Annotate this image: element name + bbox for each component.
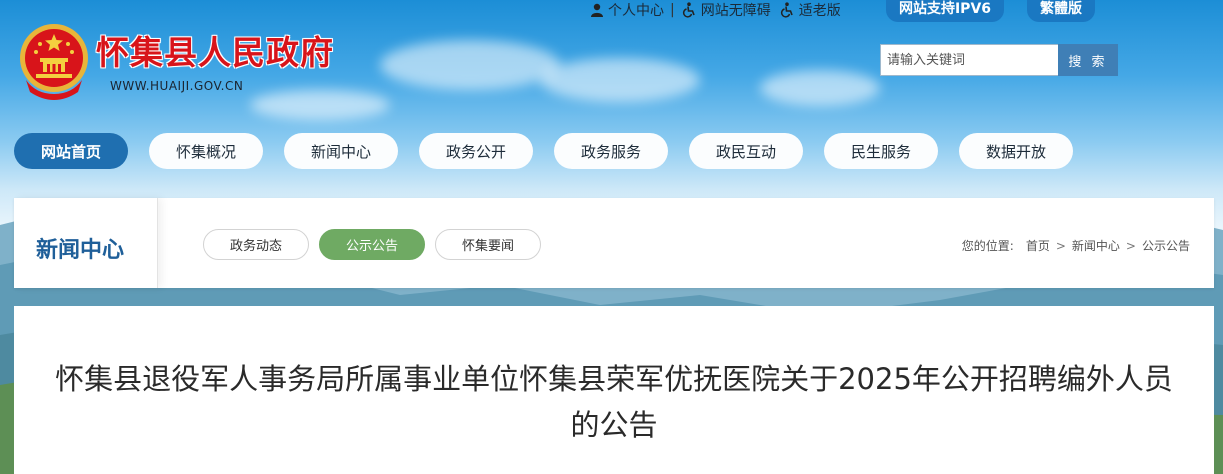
breadcrumb-announcements[interactable]: 公示公告 [1142, 237, 1190, 254]
nav-item-home[interactable]: 网站首页 [14, 133, 128, 169]
breadcrumb-prefix: 您的位置: [961, 239, 1014, 253]
site-url: WWW.HUAIJI.GOV.CN [110, 79, 244, 93]
personal-center-link[interactable]: 个人中心 [590, 0, 664, 20]
breadcrumb-news[interactable]: 新闻中心 [1072, 237, 1120, 254]
section-title-box: 新闻中心 [14, 198, 158, 288]
breadcrumb-home[interactable]: 首页 [1026, 237, 1050, 254]
section-header: 新闻中心 政务动态 公示公告 怀集要闻 您的位置: 首页 > 新闻中心 > 公示… [14, 198, 1214, 288]
nav-item-news[interactable]: 新闻中心 [284, 133, 398, 169]
elder-mode-label: 适老版 [798, 3, 841, 19]
article-title: 怀集县退役军人事务局所属事业单位怀集县荣军优抚医院关于2025年公开招聘编外人员… [55, 362, 1173, 442]
nav-item-livelihood[interactable]: 民生服务 [824, 133, 938, 169]
search-input[interactable] [880, 44, 1059, 76]
wheelchair-icon [682, 2, 695, 18]
breadcrumb: 您的位置: 首页 > 新闻中心 > 公示公告 [962, 237, 1190, 254]
nav-item-gov-affairs[interactable]: 政务公开 [419, 133, 533, 169]
divider: | [670, 2, 675, 18]
user-icon [591, 3, 603, 17]
main-nav: 网站首页 怀集概况 新闻中心 政务公开 政务服务 政民互动 民生服务 数据开放 [0, 133, 1223, 169]
search-button[interactable]: 搜 索 [1058, 44, 1118, 76]
utility-bar: 个人中心 | 网站无障碍 适老版 [590, 0, 841, 20]
accessibility-label: 网站无障碍 [700, 3, 771, 19]
elder-mode-link[interactable]: 适老版 [779, 0, 841, 20]
ipv6-button[interactable]: 网站支持IPV6 [886, 0, 1004, 22]
nav-item-gov-service[interactable]: 政务服务 [554, 133, 668, 169]
tab-announcements[interactable]: 公示公告 [319, 229, 425, 260]
traditional-chinese-button[interactable]: 繁體版 [1027, 0, 1095, 22]
section-title: 新闻中心 [36, 238, 125, 263]
personal-center-label: 个人中心 [608, 3, 664, 19]
article-container: 怀集县退役军人事务局所属事业单位怀集县荣军优抚医院关于2025年公开招聘编外人员… [14, 306, 1214, 474]
breadcrumb-separator: > [1125, 238, 1136, 253]
tab-huaiji-news[interactable]: 怀集要闻 [435, 229, 541, 260]
tab-gov-news[interactable]: 政务动态 [203, 229, 309, 260]
nav-item-overview[interactable]: 怀集概况 [149, 133, 263, 169]
accessibility-link[interactable]: 网站无障碍 [681, 0, 771, 20]
wheelchair-icon [780, 2, 793, 18]
site-title[interactable]: 怀集县人民政府 [96, 26, 334, 74]
nav-item-open-data[interactable]: 数据开放 [959, 133, 1073, 169]
nav-item-interaction[interactable]: 政民互动 [689, 133, 803, 169]
breadcrumb-separator: > [1055, 238, 1066, 253]
national-emblem-icon[interactable] [16, 20, 92, 100]
